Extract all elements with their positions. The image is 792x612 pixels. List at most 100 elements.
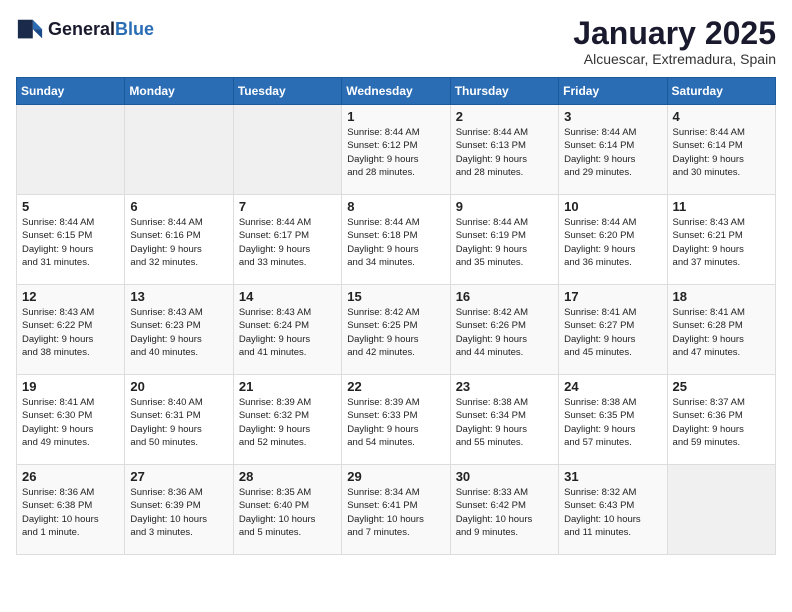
calendar-cell: 15 Sunrise: 8:42 AM Sunset: 6:25 PM Dayli… [342, 285, 450, 375]
logo-general: General [48, 20, 115, 40]
day-number: 30 [456, 469, 553, 484]
calendar-cell: 2Sunrise: 8:44 AM Sunset: 6:13 PM Daylig… [450, 105, 558, 195]
calendar-cell: 18 Sunrise: 8:41 AM Sunset: 6:28 PM Dayli… [667, 285, 775, 375]
day-number: 31 [564, 469, 661, 484]
calendar-cell [17, 105, 125, 195]
day-number: 26 [22, 469, 119, 484]
calendar-cell: 4 Sunrise: 8:44 AM Sunset: 6:14 PM Daylig… [667, 105, 775, 195]
day-number: 5 [22, 199, 119, 214]
day-number: 10 [564, 199, 661, 214]
weekday-header-row: SundayMondayTuesdayWednesdayThursdayFrid… [17, 78, 776, 105]
location-title: Alcuescar, Extremadura, Spain [573, 51, 776, 67]
day-number: 3 [564, 109, 661, 124]
calendar-cell: 29Sunrise: 8:34 AM Sunset: 6:41 PM Dayli… [342, 465, 450, 555]
day-number: 7 [239, 199, 336, 214]
day-info: Sunrise: 8:39 AM Sunset: 6:33 PM Dayligh… [347, 396, 444, 449]
calendar-week-row: 1 Sunrise: 8:44 AM Sunset: 6:12 PM Daylig… [17, 105, 776, 195]
calendar-cell: 20Sunrise: 8:40 AM Sunset: 6:31 PM Dayli… [125, 375, 233, 465]
day-number: 22 [347, 379, 444, 394]
weekday-header: Saturday [667, 78, 775, 105]
day-number: 18 [673, 289, 770, 304]
day-info: Sunrise: 8:36 AM Sunset: 6:38 PM Dayligh… [22, 486, 119, 539]
day-info: Sunrise: 8:44 AM Sunset: 6:14 PM Dayligh… [564, 126, 661, 179]
calendar-cell: 25Sunrise: 8:37 AM Sunset: 6:36 PM Dayli… [667, 375, 775, 465]
day-info: Sunrise: 8:40 AM Sunset: 6:31 PM Dayligh… [130, 396, 227, 449]
calendar-cell: 10 Sunrise: 8:44 AM Sunset: 6:20 PM Dayli… [559, 195, 667, 285]
day-info: Sunrise: 8:36 AM Sunset: 6:39 PM Dayligh… [130, 486, 227, 539]
day-number: 13 [130, 289, 227, 304]
calendar-cell: 5 Sunrise: 8:44 AM Sunset: 6:15 PM Daylig… [17, 195, 125, 285]
calendar-cell: 26 Sunrise: 8:36 AM Sunset: 6:38 PM Dayli… [17, 465, 125, 555]
day-info: Sunrise: 8:38 AM Sunset: 6:35 PM Dayligh… [564, 396, 661, 449]
calendar-cell: 8Sunrise: 8:44 AM Sunset: 6:18 PM Daylig… [342, 195, 450, 285]
day-info: Sunrise: 8:44 AM Sunset: 6:15 PM Dayligh… [22, 216, 119, 269]
weekday-header: Monday [125, 78, 233, 105]
weekday-header: Friday [559, 78, 667, 105]
calendar-cell: 27 Sunrise: 8:36 AM Sunset: 6:39 PM Dayli… [125, 465, 233, 555]
day-number: 1 [347, 109, 444, 124]
calendar-cell: 9 Sunrise: 8:44 AM Sunset: 6:19 PM Daylig… [450, 195, 558, 285]
calendar-cell: 12Sunrise: 8:43 AM Sunset: 6:22 PM Dayli… [17, 285, 125, 375]
day-number: 17 [564, 289, 661, 304]
day-info: Sunrise: 8:44 AM Sunset: 6:14 PM Dayligh… [673, 126, 770, 179]
day-info: Sunrise: 8:33 AM Sunset: 6:42 PM Dayligh… [456, 486, 553, 539]
calendar-week-row: 19 Sunrise: 8:41 AM Sunset: 6:30 PM Dayli… [17, 375, 776, 465]
day-number: 15 [347, 289, 444, 304]
day-info: Sunrise: 8:44 AM Sunset: 6:19 PM Dayligh… [456, 216, 553, 269]
day-number: 4 [673, 109, 770, 124]
day-info: Sunrise: 8:41 AM Sunset: 6:28 PM Dayligh… [673, 306, 770, 359]
title-area: January 2025 Alcuescar, Extremadura, Spa… [573, 16, 776, 67]
logo-icon [16, 16, 44, 44]
day-number: 2 [456, 109, 553, 124]
calendar-cell: 23Sunrise: 8:38 AM Sunset: 6:34 PM Dayli… [450, 375, 558, 465]
day-number: 6 [130, 199, 227, 214]
day-number: 21 [239, 379, 336, 394]
day-info: Sunrise: 8:42 AM Sunset: 6:25 PM Dayligh… [347, 306, 444, 359]
day-info: Sunrise: 8:35 AM Sunset: 6:40 PM Dayligh… [239, 486, 336, 539]
day-info: Sunrise: 8:43 AM Sunset: 6:24 PM Dayligh… [239, 306, 336, 359]
calendar-cell: 24 Sunrise: 8:38 AM Sunset: 6:35 PM Dayli… [559, 375, 667, 465]
day-info: Sunrise: 8:44 AM Sunset: 6:20 PM Dayligh… [564, 216, 661, 269]
calendar-cell: 13Sunrise: 8:43 AM Sunset: 6:23 PM Dayli… [125, 285, 233, 375]
day-info: Sunrise: 8:44 AM Sunset: 6:12 PM Dayligh… [347, 126, 444, 179]
day-info: Sunrise: 8:32 AM Sunset: 6:43 PM Dayligh… [564, 486, 661, 539]
calendar-cell: 6 Sunrise: 8:44 AM Sunset: 6:16 PM Daylig… [125, 195, 233, 285]
calendar-week-row: 26 Sunrise: 8:36 AM Sunset: 6:38 PM Dayli… [17, 465, 776, 555]
logo: General Blue [16, 16, 154, 44]
calendar-cell: 3 Sunrise: 8:44 AM Sunset: 6:14 PM Daylig… [559, 105, 667, 195]
day-number: 11 [673, 199, 770, 214]
calendar-table: SundayMondayTuesdayWednesdayThursdayFrid… [16, 77, 776, 555]
day-number: 27 [130, 469, 227, 484]
calendar-cell [233, 105, 341, 195]
day-number: 14 [239, 289, 336, 304]
weekday-header: Sunday [17, 78, 125, 105]
calendar-cell: 17 Sunrise: 8:41 AM Sunset: 6:27 PM Dayli… [559, 285, 667, 375]
day-info: Sunrise: 8:44 AM Sunset: 6:16 PM Dayligh… [130, 216, 227, 269]
month-title: January 2025 [573, 16, 776, 51]
weekday-header: Wednesday [342, 78, 450, 105]
day-info: Sunrise: 8:41 AM Sunset: 6:27 PM Dayligh… [564, 306, 661, 359]
day-info: Sunrise: 8:43 AM Sunset: 6:21 PM Dayligh… [673, 216, 770, 269]
day-number: 12 [22, 289, 119, 304]
calendar-week-row: 12Sunrise: 8:43 AM Sunset: 6:22 PM Dayli… [17, 285, 776, 375]
day-number: 29 [347, 469, 444, 484]
logo-text: General Blue [48, 20, 154, 40]
calendar-cell: 1 Sunrise: 8:44 AM Sunset: 6:12 PM Daylig… [342, 105, 450, 195]
calendar-cell: 22 Sunrise: 8:39 AM Sunset: 6:33 PM Dayli… [342, 375, 450, 465]
day-info: Sunrise: 8:37 AM Sunset: 6:36 PM Dayligh… [673, 396, 770, 449]
calendar-cell: 19 Sunrise: 8:41 AM Sunset: 6:30 PM Dayli… [17, 375, 125, 465]
day-number: 16 [456, 289, 553, 304]
calendar-cell: 7 Sunrise: 8:44 AM Sunset: 6:17 PM Daylig… [233, 195, 341, 285]
day-info: Sunrise: 8:41 AM Sunset: 6:30 PM Dayligh… [22, 396, 119, 449]
calendar-week-row: 5 Sunrise: 8:44 AM Sunset: 6:15 PM Daylig… [17, 195, 776, 285]
weekday-header: Thursday [450, 78, 558, 105]
day-number: 19 [22, 379, 119, 394]
day-info: Sunrise: 8:44 AM Sunset: 6:17 PM Dayligh… [239, 216, 336, 269]
calendar-cell: 21Sunrise: 8:39 AM Sunset: 6:32 PM Dayli… [233, 375, 341, 465]
page-header: General Blue January 2025 Alcuescar, Ext… [16, 16, 776, 67]
day-number: 24 [564, 379, 661, 394]
calendar-cell: 11 Sunrise: 8:43 AM Sunset: 6:21 PM Dayli… [667, 195, 775, 285]
calendar-cell: 14 Sunrise: 8:43 AM Sunset: 6:24 PM Dayli… [233, 285, 341, 375]
day-number: 8 [347, 199, 444, 214]
day-number: 9 [456, 199, 553, 214]
